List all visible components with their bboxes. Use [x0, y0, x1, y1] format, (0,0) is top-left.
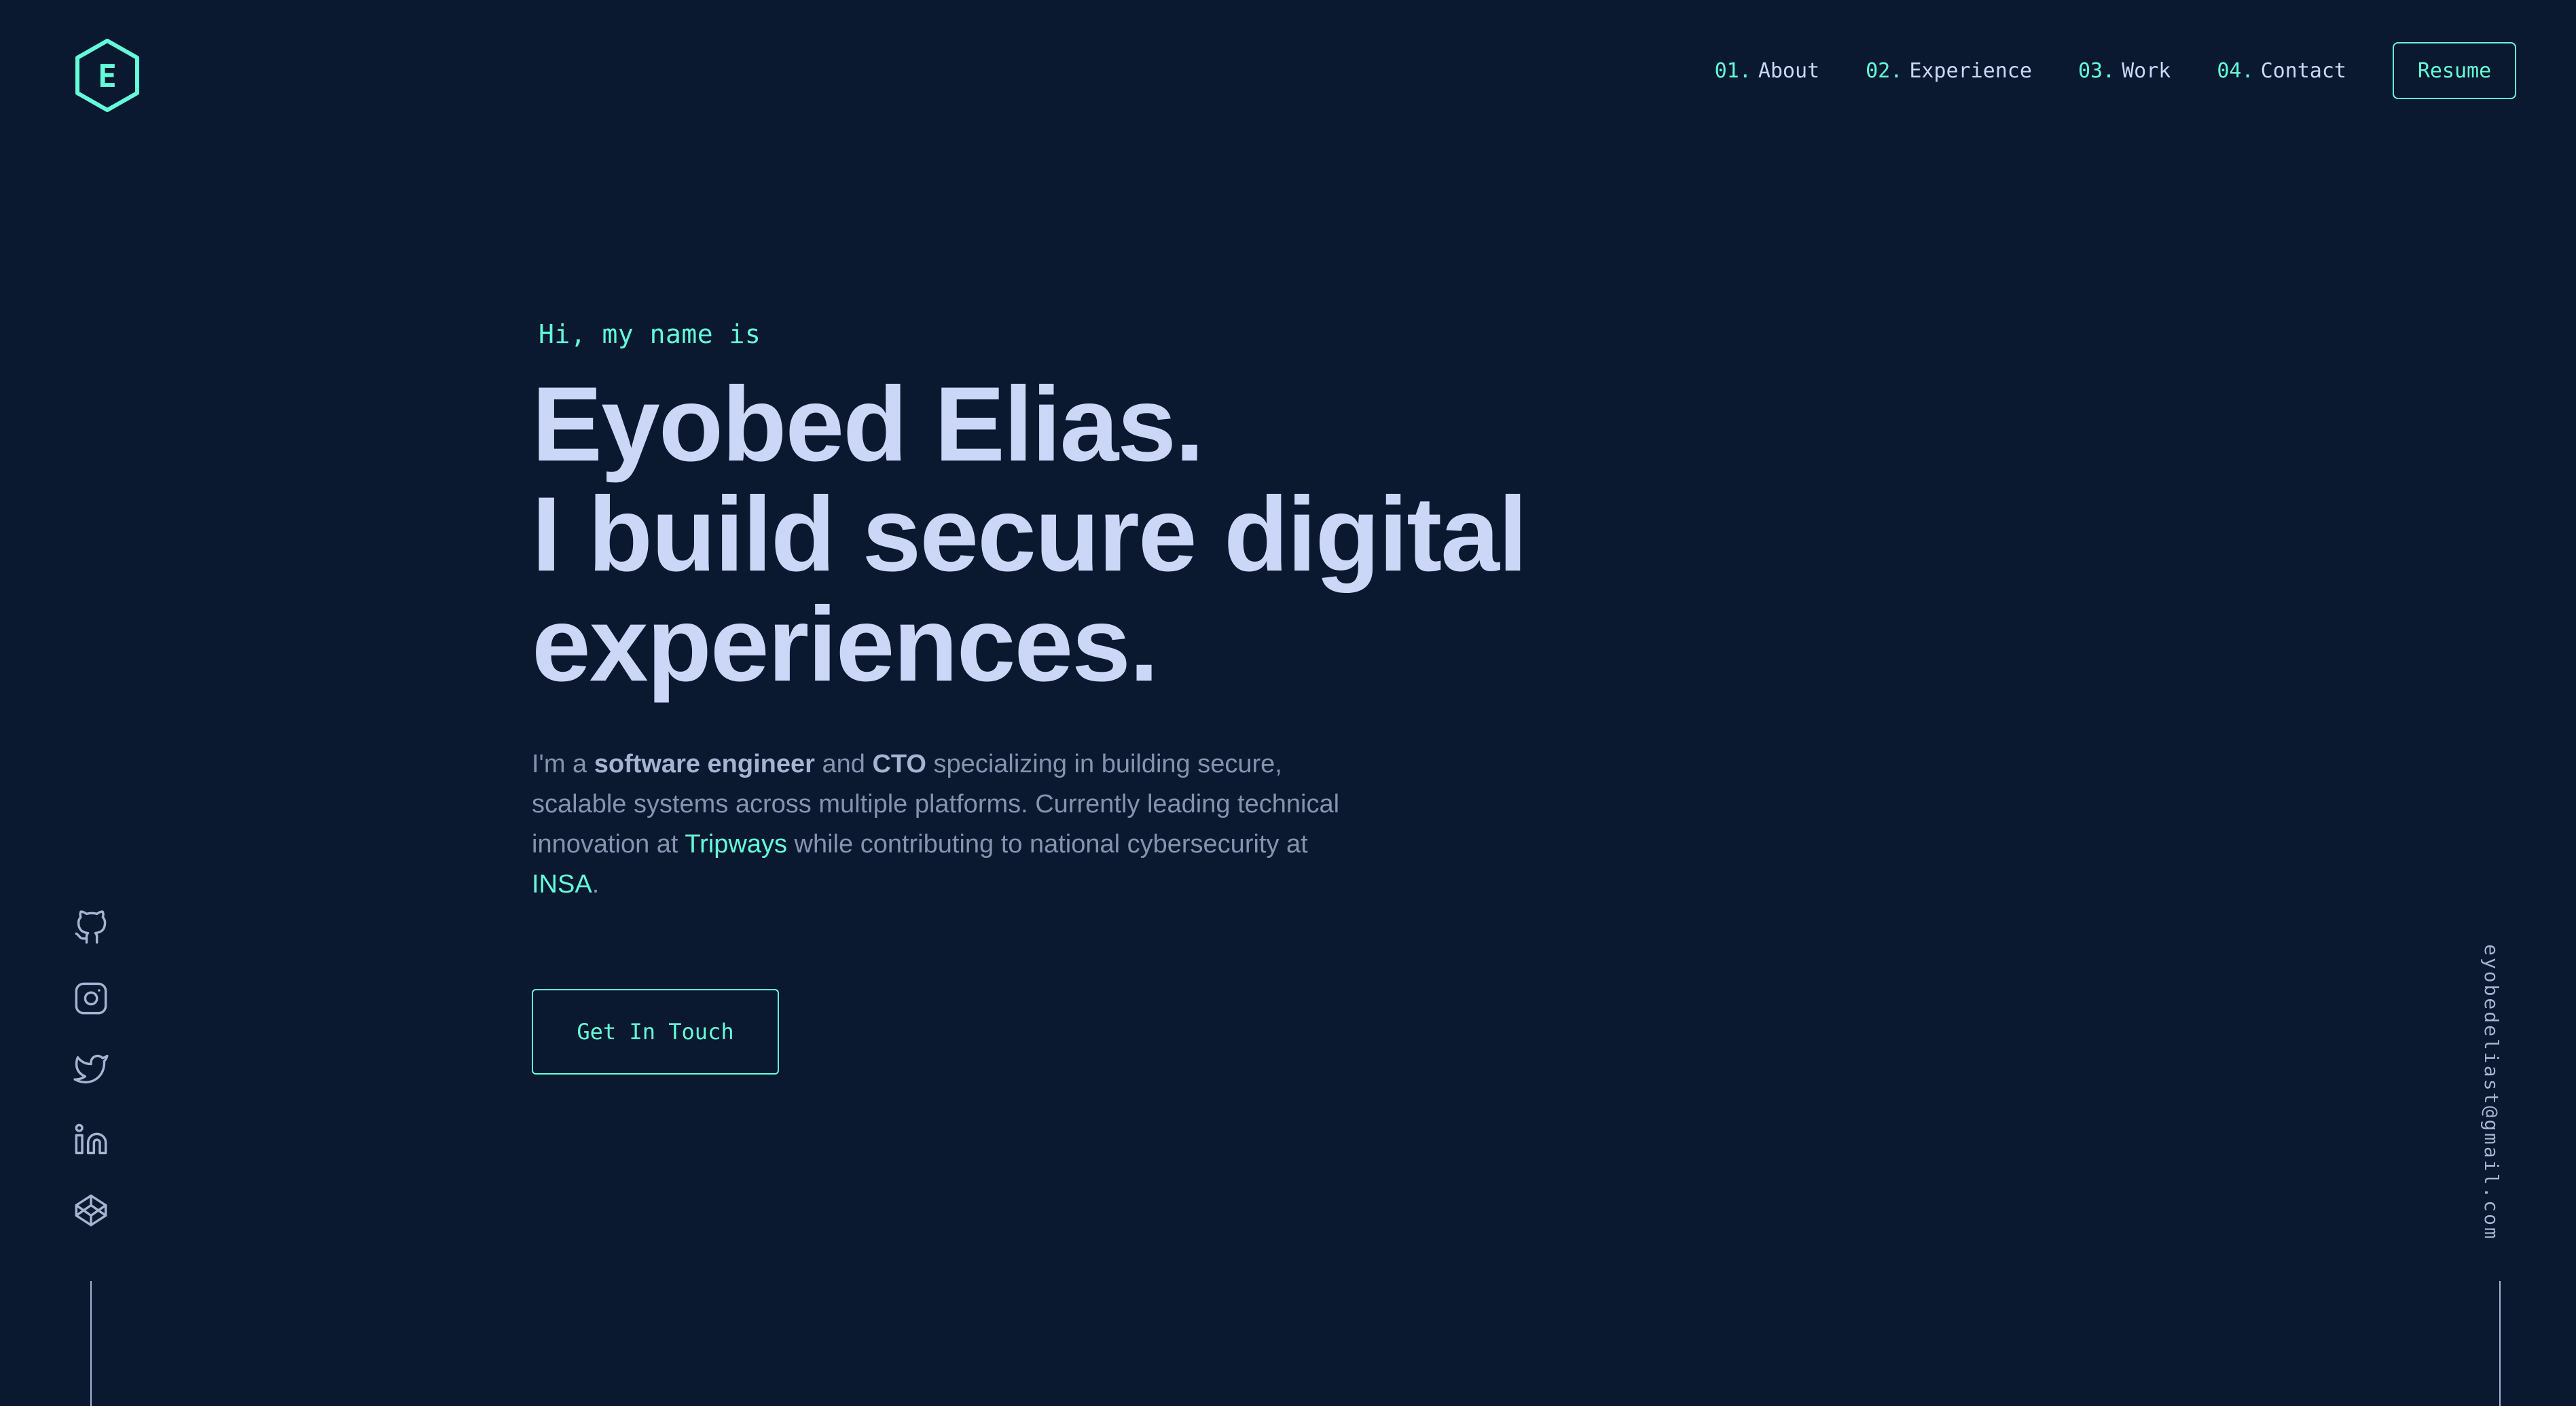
logo[interactable]: E	[73, 38, 141, 113]
hero-name: Eyobed Elias.	[532, 365, 1204, 484]
resume-button[interactable]: Resume	[2393, 42, 2516, 99]
nav-item-contact[interactable]: 04. Contact	[2217, 59, 2346, 83]
github-icon	[75, 910, 107, 944]
hero-tagline: I build secure digital experiences.	[532, 480, 1618, 700]
nav-label: About	[1758, 58, 1820, 83]
intro-text: while contributing to national cybersecu…	[786, 830, 1308, 859]
intro-text: .	[592, 870, 600, 899]
insa-link[interactable]: INSA	[532, 870, 592, 899]
main-nav: 01. About 02. Experience 03. Work 04. Co…	[1715, 41, 2516, 101]
hero-intro: I'm a software engineer and CTO speciali…	[532, 744, 1347, 905]
intro-text: and	[814, 750, 873, 778]
codepen-icon	[75, 1194, 107, 1227]
tagline-line-2: experiences.	[532, 585, 1159, 704]
instagram-icon	[75, 982, 107, 1015]
nav-label: Contact	[2260, 58, 2346, 83]
intro-text: I'm a	[532, 750, 594, 778]
nav-number: 03.	[2078, 58, 2116, 83]
linkedin-icon	[75, 1123, 107, 1155]
github-link[interactable]	[73, 910, 109, 945]
social-links	[73, 910, 109, 1263]
right-vertical-line	[2499, 1281, 2501, 1406]
get-in-touch-button[interactable]: Get In Touch	[532, 989, 779, 1075]
intro-bold-title: CTO	[872, 750, 926, 778]
nav-item-about[interactable]: 01. About	[1715, 59, 1820, 83]
email-link[interactable]: eyobedeliast@gmail.com	[2480, 944, 2503, 1241]
left-vertical-line	[90, 1281, 92, 1406]
nav-item-work[interactable]: 03. Work	[2078, 59, 2171, 83]
nav-number: 02.	[1866, 58, 1903, 83]
hexagon-logo-icon: E	[75, 39, 139, 112]
nav-number: 01.	[1714, 58, 1752, 83]
codepen-link[interactable]	[73, 1193, 109, 1228]
tripways-link[interactable]: Tripways	[685, 830, 787, 859]
linkedin-link[interactable]	[73, 1122, 109, 1157]
tagline-line-1: I build secure digital	[532, 475, 1527, 594]
instagram-link[interactable]	[73, 981, 109, 1016]
logo-letter: E	[98, 58, 117, 94]
hero-greeting: Hi, my name is	[539, 319, 761, 349]
nav-label: Work	[2122, 58, 2171, 83]
hero-section: Hi, my name is Eyobed Elias. I build sec…	[532, 319, 1618, 1075]
nav-number: 04.	[2217, 58, 2254, 83]
nav-label: Experience	[1909, 58, 2032, 83]
nav-item-experience[interactable]: 02. Experience	[1866, 59, 2032, 83]
twitter-link[interactable]	[73, 1051, 109, 1087]
intro-bold-role: software engineer	[594, 750, 815, 778]
twitter-icon	[73, 1054, 109, 1083]
